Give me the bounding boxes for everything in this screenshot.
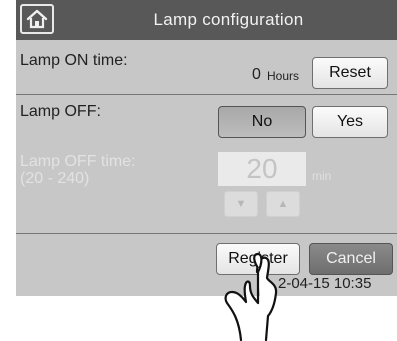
- triangle-down-icon: ▼: [235, 198, 247, 210]
- lamp-off-time-input[interactable]: 20: [218, 152, 306, 186]
- lamp-on-time-label: Lamp ON time:: [20, 52, 128, 69]
- title-bar: Lamp configuration: [16, 0, 397, 40]
- lamp-off-yes-button[interactable]: Yes: [312, 106, 388, 138]
- lamp-off-time-range: (20 - 240): [20, 170, 90, 187]
- lamp-on-hours-value: 0: [252, 66, 261, 83]
- home-icon: [26, 9, 48, 29]
- page-title: Lamp configuration: [153, 10, 304, 29]
- lamp-off-label: Lamp OFF:: [20, 103, 101, 120]
- lamp-on-hours-unit: Hours: [267, 69, 300, 83]
- divider: [16, 94, 397, 95]
- increment-button[interactable]: ▲: [266, 191, 300, 217]
- triangle-up-icon: ▲: [277, 198, 289, 210]
- home-button[interactable]: [20, 4, 54, 34]
- pointing-hand-icon: [224, 252, 278, 341]
- reset-button[interactable]: Reset: [312, 57, 388, 89]
- lamp-off-no-button[interactable]: No: [218, 106, 306, 138]
- cancel-button[interactable]: Cancel: [309, 243, 393, 275]
- lamp-off-time-unit: min: [312, 169, 332, 183]
- decrement-button[interactable]: ▼: [224, 191, 258, 217]
- datetime-display: 2-04-15 10:35: [278, 275, 372, 292]
- lamp-off-time-label-line1: Lamp OFF time:: [20, 153, 136, 170]
- divider: [16, 233, 397, 234]
- lamp-off-time-label: Lamp OFF time: (20 - 240): [20, 153, 136, 187]
